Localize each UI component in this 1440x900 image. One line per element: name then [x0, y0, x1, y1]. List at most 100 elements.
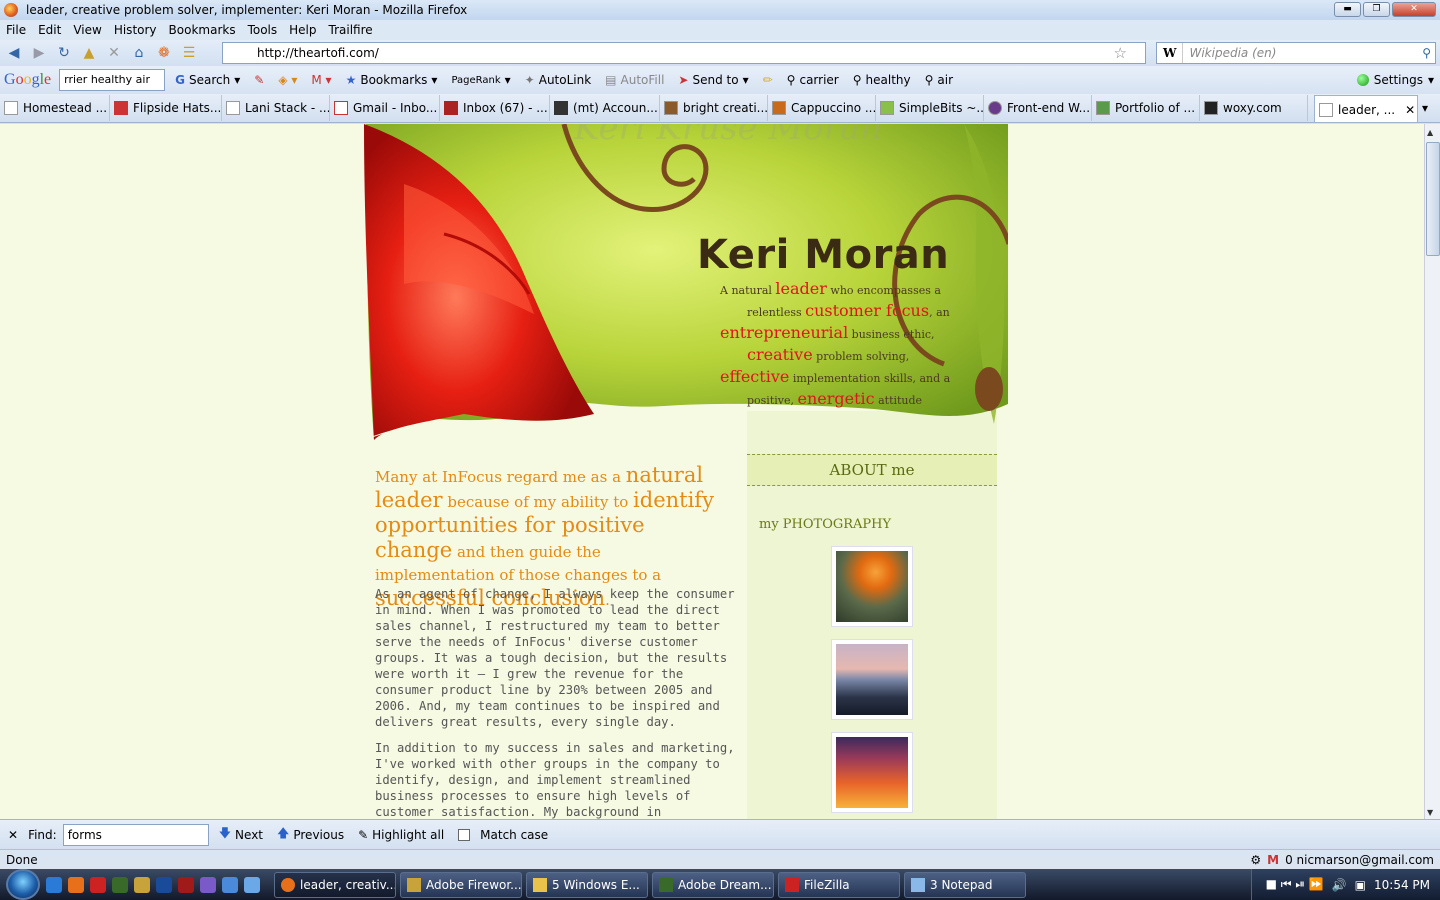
find-previous-button[interactable]: 🡅 Previous [277, 824, 344, 845]
bookmark-item[interactable]: Portfolio of ... [1092, 95, 1200, 121]
bookmark-item[interactable]: Inbox (67) - ... [440, 95, 550, 121]
task-fireworks[interactable]: Adobe Firewor... [400, 871, 522, 898]
tab-current[interactable]: leader, ... ✕ [1314, 95, 1418, 122]
find-input[interactable]: forms [62, 823, 209, 846]
menu-view[interactable]: View [73, 23, 101, 37]
clock[interactable]: 10:54 PM [1374, 878, 1430, 892]
google-logo[interactable]: Google [4, 71, 51, 89]
tagline-line: creative problem solving, [720, 345, 960, 367]
highlighter-icon[interactable]: ✏ [763, 73, 773, 87]
task-filezilla[interactable]: FileZilla [778, 871, 900, 898]
google-bookmarks-button[interactable]: ★ Bookmarks ▾ [346, 73, 438, 87]
scroll-down-icon[interactable]: ▼ [1427, 808, 1433, 817]
scroll-up-icon[interactable]: ▲ [1427, 128, 1433, 137]
google-settings-button[interactable]: Settings ▾ [1356, 73, 1434, 87]
home-icon[interactable]: ⌂ [128, 42, 150, 64]
task-explorer[interactable]: 5 Windows E... [526, 871, 648, 898]
forward-icon[interactable]: ▶ [28, 42, 50, 64]
back-icon[interactable]: ◀ [3, 42, 25, 64]
photoshop-icon[interactable] [156, 876, 172, 893]
flash-icon[interactable] [178, 876, 194, 893]
menu-help[interactable]: Help [289, 23, 316, 37]
pagerank-indicator[interactable]: PageRank ▾ [451, 73, 510, 87]
opera-icon[interactable] [90, 876, 106, 893]
app-icon[interactable] [200, 876, 216, 893]
folder-icon [533, 877, 547, 892]
bookmark-item[interactable]: Front-end W... [984, 95, 1092, 121]
minimize-button[interactable]: ▬ [1334, 2, 1361, 17]
addon-icon[interactable]: ❁ [153, 42, 175, 64]
bookmark-folder-icon[interactable]: ▲ [78, 42, 100, 64]
tab-list-icon[interactable]: ▾ [1418, 95, 1436, 121]
highlight-all-button[interactable]: ✎ Highlight all [358, 828, 444, 842]
bookmark-item[interactable]: Cappuccino ... [768, 95, 876, 121]
bookmark-item[interactable]: Homestead ... [0, 95, 110, 121]
autofill-button[interactable]: ▤ AutoFill [605, 73, 664, 87]
autolink-button[interactable]: ✦ AutoLink [525, 73, 592, 87]
menu-tools[interactable]: Tools [248, 23, 278, 37]
task-firefox[interactable]: leader, creativ... [274, 871, 396, 898]
tagline-highlight: creative [747, 345, 813, 364]
fireworks-icon[interactable] [134, 876, 150, 893]
url-bar[interactable]: http://theartofi.com/ ☆ [222, 42, 1146, 64]
search-bar[interactable]: W Wikipedia (en) ⚲ [1156, 42, 1436, 64]
task-notepad[interactable]: 3 Notepad [904, 871, 1026, 898]
gmail-notifier[interactable]: ⚙ M 0 nicmarson@gmail.com [1250, 853, 1434, 867]
scrollbar-thumb[interactable] [1426, 142, 1440, 256]
dreamweaver-icon[interactable] [112, 876, 128, 893]
bookmark-item[interactable]: (mt) Accoun... [550, 95, 660, 121]
maximize-button[interactable]: ❐ [1363, 2, 1390, 17]
sendto-button[interactable]: ➤ Send to ▾ [678, 73, 748, 87]
puzzle-icon[interactable]: ◈ ▾ [278, 73, 297, 87]
photo-thumbnail-sunset[interactable] [831, 732, 913, 813]
vertical-scrollbar[interactable]: ▲ ▼ [1424, 124, 1440, 819]
bookmark-item[interactable]: SimpleBits ~... [876, 95, 984, 121]
pencil-icon[interactable]: ✎ [254, 73, 264, 87]
close-find-icon[interactable]: ✕ [8, 828, 18, 842]
bookmark-item[interactable]: Lani Stack - ... [222, 95, 330, 121]
tagline-highlight: customer focus [805, 301, 930, 320]
network-icon[interactable]: ▣ [1355, 878, 1366, 892]
bookmark-item[interactable]: woxy.com [1200, 95, 1308, 121]
note-icon[interactable]: ☰ [178, 42, 200, 64]
media-controls[interactable]: ■ ⏮ ⏯ ⏩ [1266, 877, 1324, 892]
menu-history[interactable]: History [114, 23, 157, 37]
stop-icon[interactable]: ✕ [103, 42, 125, 64]
start-button[interactable] [6, 869, 40, 900]
close-tab-icon[interactable]: ✕ [1405, 103, 1415, 117]
firefox-icon[interactable] [68, 876, 84, 893]
google-search-button[interactable]: G Search ▾ [175, 73, 240, 87]
close-button[interactable]: ✕ [1392, 2, 1436, 17]
star-icon[interactable]: ☆ [1114, 44, 1127, 62]
menu-bookmarks[interactable]: Bookmarks [169, 23, 236, 37]
find-next-button[interactable]: 🡇 Next [219, 824, 263, 845]
term-air[interactable]: ⚲ air [925, 73, 953, 87]
search-icon[interactable]: ⚲ [1422, 46, 1431, 60]
photo-thumbnail-seascape[interactable] [831, 639, 913, 720]
wikipedia-icon[interactable]: W [1157, 43, 1184, 63]
term-healthy[interactable]: ⚲ healthy [853, 73, 911, 87]
tagline-text: who encompasses a [826, 284, 941, 297]
google-search-input[interactable]: rrier healthy air [59, 69, 166, 91]
bookmark-item[interactable]: Flipside Hats... [110, 95, 222, 121]
about-me-heading[interactable]: ABOUT me [747, 454, 997, 486]
bookmark-item[interactable]: bright creati... [660, 95, 768, 121]
match-case-checkbox[interactable]: Match case [458, 828, 548, 842]
reload-icon[interactable]: ↻ [53, 42, 75, 64]
app-icon[interactable] [222, 876, 238, 893]
menu-file[interactable]: File [6, 23, 26, 37]
app-icon[interactable] [244, 876, 260, 893]
task-dreamweaver[interactable]: Adobe Dream... [652, 871, 774, 898]
menu-trailfire[interactable]: Trailfire [329, 23, 373, 37]
term-carrier[interactable]: ⚲ carrier [787, 73, 839, 87]
tagline-text: problem solving, [812, 350, 910, 363]
ie-icon[interactable] [46, 876, 62, 893]
photo-thumbnail-flower[interactable] [831, 546, 913, 627]
bright-creative-icon [664, 101, 678, 115]
menu-edit[interactable]: Edit [38, 23, 61, 37]
gmail-icon: M [1267, 852, 1280, 867]
tagline-highlight: entrepreneurial [720, 323, 849, 342]
bookmark-item[interactable]: Gmail - Inbo... [330, 95, 440, 121]
gmail-icon[interactable]: M ▾ [311, 73, 331, 87]
volume-icon[interactable]: 🔊 [1332, 878, 1347, 892]
